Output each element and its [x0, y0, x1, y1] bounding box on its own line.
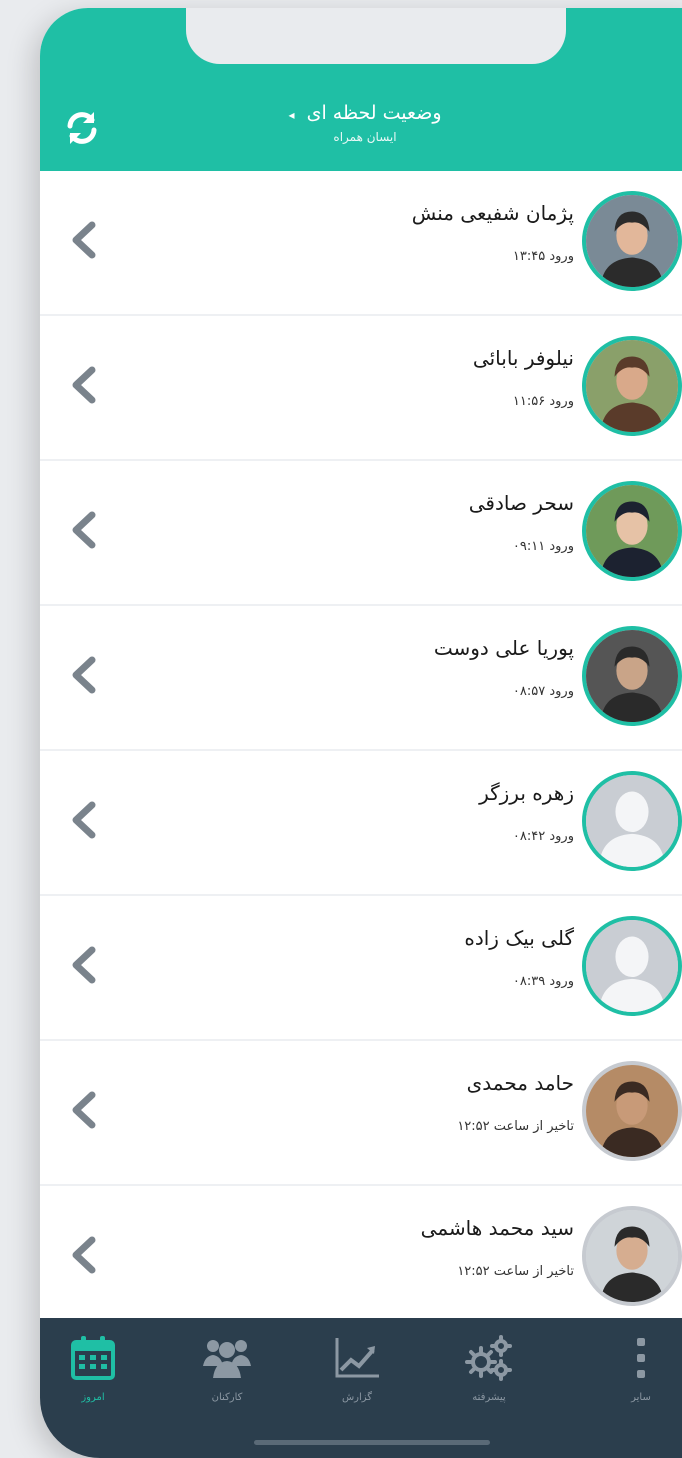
- employee-row[interactable]: حامد محمدی تاخیر از ساعت ۱۲:۵۲: [40, 1041, 682, 1186]
- avatar: [582, 626, 682, 726]
- chevron-left-icon[interactable]: [66, 944, 102, 986]
- avatar: [582, 1061, 682, 1161]
- tab-calendar[interactable]: امروز: [48, 1332, 138, 1403]
- more-icon: [637, 1338, 645, 1378]
- calendar-icon: [71, 1336, 115, 1380]
- employee-name: پژمان شفیعی منش: [411, 201, 574, 225]
- employee-status: ورود ۱۱:۵۶: [512, 394, 574, 409]
- title-dropdown-caret-icon: ◂: [288, 108, 295, 122]
- employee-name: پوریا علی دوست: [433, 636, 574, 660]
- avatar: [582, 916, 682, 1016]
- tab-label: سایر: [631, 1392, 651, 1403]
- chevron-left-icon[interactable]: [66, 1089, 102, 1131]
- chevron-left-icon[interactable]: [66, 219, 102, 261]
- employee-row[interactable]: سید محمد هاشمی تاخیر از ساعت ۱۲:۵۲: [40, 1186, 682, 1331]
- tab-label: امروز: [81, 1392, 105, 1403]
- employee-status: ورود ۰۹:۱۱: [512, 539, 574, 554]
- chevron-left-icon[interactable]: [66, 364, 102, 406]
- tab-gears[interactable]: پیشرفته: [444, 1332, 534, 1403]
- page-subtitle: ایسان همراه: [333, 130, 397, 144]
- chart-icon: [335, 1338, 379, 1378]
- avatar: [582, 1206, 682, 1306]
- page-title-text: وضعیت لحظه ای: [306, 102, 442, 124]
- employee-name: حامد محمدی: [466, 1071, 574, 1095]
- employee-name: سید محمد هاشمی: [420, 1216, 574, 1240]
- employee-status: ورود ۱۳:۴۵: [512, 249, 574, 264]
- employee-row[interactable]: پژمان شفیعی منش ورود ۱۳:۴۵: [40, 171, 682, 316]
- employee-status: ورود ۰۸:۵۷: [512, 684, 574, 699]
- header-title-block[interactable]: وضعیت لحظه ای ◂ ایسان همراه: [220, 102, 510, 144]
- chevron-left-icon[interactable]: [66, 799, 102, 841]
- employee-name: سحر صادقی: [468, 491, 574, 515]
- device-notch: [186, 8, 566, 64]
- employee-name: گلی بیک زاده: [464, 926, 574, 950]
- employee-status: تاخیر از ساعت ۱۲:۵۲: [457, 1264, 574, 1279]
- employee-row[interactable]: گلی بیک زاده ورود ۰۸:۳۹: [40, 896, 682, 1041]
- employee-row[interactable]: پوریا علی دوست ورود ۰۸:۵۷: [40, 606, 682, 751]
- employee-status: ورود ۰۸:۳۹: [512, 974, 574, 989]
- tab-label: پیشرفته: [472, 1392, 506, 1403]
- bottom-tab-bar: امروز کارکنان گزارش پیشرفته سایر: [40, 1318, 682, 1458]
- page-title: وضعیت لحظه ای ◂: [220, 102, 510, 124]
- employee-name: نیلوفر بابائی: [472, 346, 574, 370]
- home-indicator: [254, 1440, 490, 1445]
- phone-screen: وضعیت لحظه ای ◂ ایسان همراه پژمان شفیعی …: [40, 8, 682, 1458]
- gears-icon: [465, 1335, 512, 1381]
- employee-row[interactable]: زهره برزگر ورود ۰۸:۴۲: [40, 751, 682, 896]
- refresh-icon[interactable]: [60, 106, 104, 150]
- employee-name: زهره برزگر: [479, 781, 574, 805]
- avatar: [582, 191, 682, 291]
- chevron-left-icon[interactable]: [66, 654, 102, 696]
- employee-status: تاخیر از ساعت ۱۲:۵۲: [457, 1119, 574, 1134]
- chevron-left-icon[interactable]: [66, 509, 102, 551]
- employee-row[interactable]: سحر صادقی ورود ۰۹:۱۱: [40, 461, 682, 606]
- tab-more[interactable]: سایر: [596, 1332, 682, 1403]
- tab-label: کارکنان: [211, 1392, 243, 1403]
- tab-users[interactable]: کارکنان: [182, 1332, 272, 1403]
- chevron-left-icon[interactable]: [66, 1234, 102, 1276]
- users-icon: [203, 1340, 251, 1378]
- app-header: وضعیت لحظه ای ◂ ایسان همراه: [40, 8, 682, 171]
- avatar: [582, 336, 682, 436]
- tab-label: گزارش: [341, 1392, 373, 1403]
- tab-chart[interactable]: گزارش: [312, 1332, 402, 1403]
- employee-list: پژمان شفیعی منش ورود ۱۳:۴۵ نیلوفر بابائی ور…: [40, 171, 682, 1331]
- employee-status: ورود ۰۸:۴۲: [512, 829, 574, 844]
- avatar: [582, 771, 682, 871]
- employee-row[interactable]: نیلوفر بابائی ورود ۱۱:۵۶: [40, 316, 682, 461]
- avatar: [582, 481, 682, 581]
